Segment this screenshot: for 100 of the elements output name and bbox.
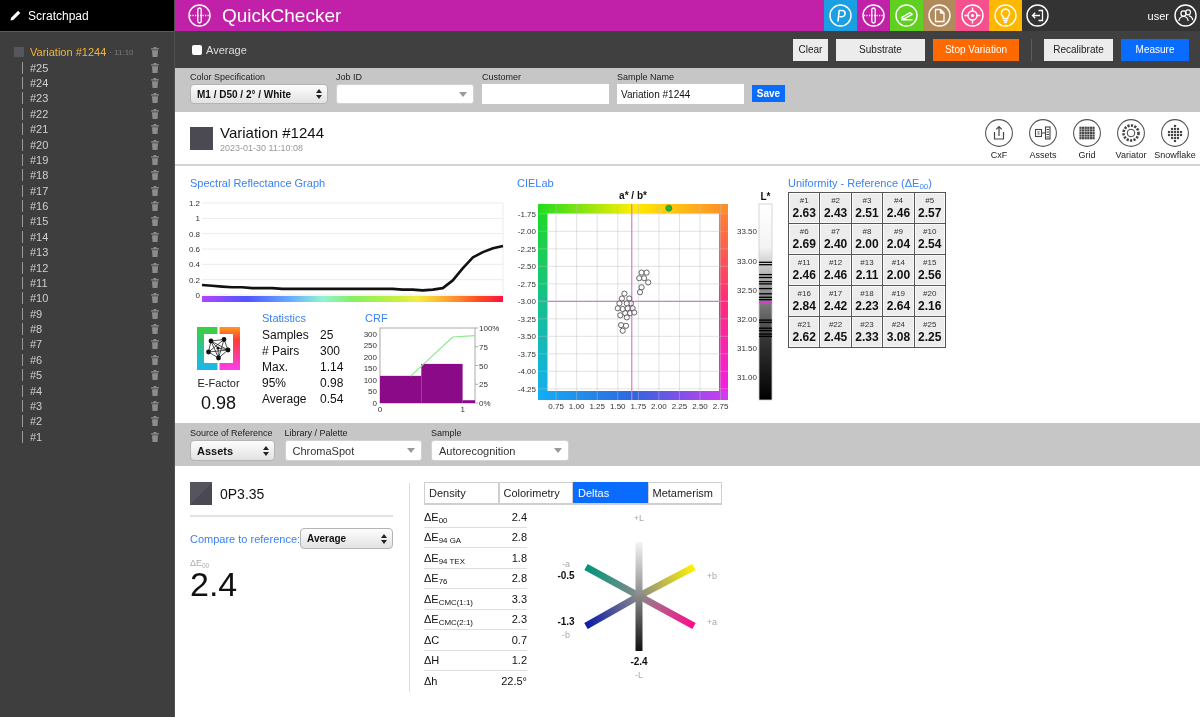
axis-title: L* xyxy=(760,191,771,202)
cell-value: 2.04 xyxy=(886,237,911,251)
cell-value: 2.63 xyxy=(792,206,816,220)
cell-label: #8 xyxy=(862,227,872,237)
axis-label: +b xyxy=(706,571,718,581)
delta-value: 3.3 xyxy=(511,592,527,605)
delta-value: 1.2 xyxy=(511,654,527,667)
cell-value: 2.57 xyxy=(918,206,942,220)
field-label: Sample Name xyxy=(617,72,676,83)
cell-value: 2.33 xyxy=(855,330,879,344)
cell-label: #12 xyxy=(828,258,843,268)
cell-label: #21 xyxy=(797,320,811,330)
axis-tick-label: 50 xyxy=(368,387,377,397)
cell-value: 2.23 xyxy=(855,299,879,313)
delta-value: 2.4 xyxy=(511,510,527,523)
sidebar-title: Scratchpad xyxy=(28,8,89,23)
cell-value: 2.46 xyxy=(823,268,848,282)
cell-label: #19 xyxy=(891,289,906,299)
cell-value: 2.54 xyxy=(918,237,942,251)
stat-value: 25 xyxy=(320,328,334,342)
axis-tick-label: 1.50 xyxy=(610,402,626,411)
app-title: QuickChecker xyxy=(222,4,342,27)
e-factor-label: E-Factor xyxy=(197,377,240,390)
axis-tick-label: 0 xyxy=(372,399,377,408)
delta-value: 2.8 xyxy=(511,572,527,585)
cell-label: #23 xyxy=(860,320,874,330)
e-factor-value: 0.98 xyxy=(200,393,236,413)
stat-label: # Pairs xyxy=(262,344,301,358)
axis-tick-label: 1.00 xyxy=(568,402,585,411)
cell-value: 2.11 xyxy=(855,268,879,282)
cell-value: 2.46 xyxy=(886,206,911,220)
cell-label: #11 xyxy=(797,258,811,268)
cell-label: #1 xyxy=(799,196,809,206)
scale-label: 31.00 xyxy=(736,373,757,383)
stat-label: 95% xyxy=(262,376,288,390)
cell-label: #17 xyxy=(828,289,843,299)
axis-tick-label: 100 xyxy=(363,376,377,385)
axis-tick-label: -3.00 xyxy=(517,297,536,307)
cell-label: #9 xyxy=(893,227,903,237)
cell-value: 2.40 xyxy=(823,237,848,251)
cell-label: #2 xyxy=(831,196,841,206)
cell-label: #18 xyxy=(860,289,874,299)
axis-tick-label: 50 xyxy=(479,361,488,371)
cell-value: 2.46 xyxy=(792,268,816,282)
cell-label: #5 xyxy=(925,196,935,206)
compare-label: Compare to reference: xyxy=(190,532,301,545)
axis-label: +a xyxy=(706,617,718,627)
axis-label: -L xyxy=(635,670,643,680)
panel-title: CIELab xyxy=(516,176,555,190)
cell-value: 2.00 xyxy=(855,237,879,251)
delta-label: ΔH xyxy=(424,654,440,667)
axis-tick-label: -2.00 xyxy=(517,227,536,237)
stat-value: 300 xyxy=(320,344,341,358)
cell-label: #6 xyxy=(799,227,809,237)
axis-tick-label: -2.75 xyxy=(517,279,536,289)
axis-tick-label: 2.75 xyxy=(712,402,729,411)
panel-title: Uniformity - Reference (ΔE$_{00}$) xyxy=(788,176,933,190)
chart-title: a* / b* xyxy=(619,190,647,201)
panel-title: Statistics xyxy=(262,311,307,325)
user-name: user xyxy=(1147,9,1169,22)
cell-value: 2.56 xyxy=(918,268,942,282)
field-label: Library / Palette xyxy=(284,428,349,439)
axis-tick-label: 1.2 xyxy=(188,199,200,208)
cell-value: 2.69 xyxy=(792,237,816,251)
axis-label: +L xyxy=(633,513,645,523)
axis-tick-label: 2.25 xyxy=(671,402,688,411)
scale-label: 33.50 xyxy=(736,227,757,237)
delta-label: ΔE$_{94 GA}$ xyxy=(424,531,462,544)
axis-tick-label: -3.50 xyxy=(517,332,536,342)
stat-label: Average xyxy=(262,392,308,406)
field-label: Sample xyxy=(431,428,463,439)
axis-tick-label: 0.2 xyxy=(188,275,200,285)
cell-value: 2.00 xyxy=(886,268,911,282)
stat-value: 0.54 xyxy=(320,392,344,406)
cell-label: #4 xyxy=(893,196,903,206)
reference-name: 0P3.35 xyxy=(220,485,265,502)
checkbox-label: Average xyxy=(206,43,247,56)
field-label: Job ID xyxy=(336,72,363,83)
delta-reading: -1.3 xyxy=(557,616,575,627)
delta-label: ΔE$_{CMC(2:1)}$ xyxy=(424,613,473,626)
scale-label: 31.50 xyxy=(736,344,757,354)
cell-value: 2.25 xyxy=(918,330,942,344)
axis-tick-label: 25 xyxy=(479,380,488,390)
axis-tick-label: -3.75 xyxy=(517,349,536,359)
axis-tick-label: 1 xyxy=(195,214,200,224)
delta-reading: -0.5 xyxy=(557,570,575,581)
delta-reading: -2.4 xyxy=(630,656,648,667)
axis-tick-label: 200 xyxy=(363,353,377,362)
axis-tick-label: 0 xyxy=(377,405,383,414)
cell-value: 3.08 xyxy=(886,330,911,344)
axis-tick-label: -4.00 xyxy=(517,367,536,377)
axis-tick-label: -2.50 xyxy=(517,262,536,272)
axis-tick-label: 0.6 xyxy=(188,245,200,254)
cell-label: #24 xyxy=(891,320,906,330)
axis-tick-label: 0.75 xyxy=(548,402,564,411)
axis-tick-label: 0.4 xyxy=(188,260,200,270)
delta-value: 0.7 xyxy=(511,633,527,646)
field-label: Customer xyxy=(482,72,522,83)
axis-tick-label: 0% xyxy=(479,399,491,408)
axis-tick-label: 0 xyxy=(195,291,200,300)
